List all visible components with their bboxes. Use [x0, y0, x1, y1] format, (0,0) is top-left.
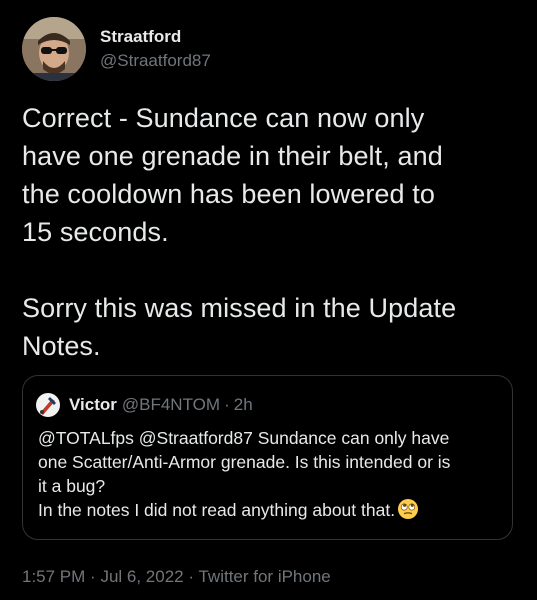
meta-separator: · [90, 567, 96, 586]
author-display-name[interactable]: Straatford [100, 26, 211, 48]
tweet-date[interactable]: Jul 6, 2022 [100, 567, 183, 586]
author-row: Straatford @Straatford87 [22, 17, 211, 81]
quoted-author-avatar [36, 393, 60, 417]
tweet-source[interactable]: Twitter for iPhone [198, 567, 330, 586]
quoted-tweet-header: Victor @BF4NTOM · 2h [36, 393, 253, 417]
author-avatar[interactable] [22, 17, 86, 81]
tweet-metadata: 1:57 PM · Jul 6, 2022 · Twitter for iPho… [22, 566, 331, 588]
quoted-author-avatar-image [36, 393, 60, 417]
author-names: Straatford @Straatford87 [100, 26, 211, 72]
tweet-text: Correct - Sundance can now only have one… [22, 103, 457, 361]
quoted-author-display-name: Victor [69, 395, 117, 414]
quoted-tweet-time: 2h [233, 395, 253, 414]
face-with-rolling-eyes-icon [397, 498, 419, 520]
quoted-tweet-body: @TOTALfps @Straatford87 Sundance can onl… [38, 428, 451, 520]
author-handle[interactable]: @Straatford87 [100, 50, 211, 72]
meta-separator: · [188, 567, 195, 586]
quoted-tweet-text: @TOTALfps @Straatford87 Sundance can onl… [38, 426, 508, 522]
quoted-header-separator: · [224, 395, 230, 414]
author-avatar-image [22, 17, 86, 81]
quoted-tweet-card[interactable]: Victor @BF4NTOM · 2h @TOTALfps @Straatfo… [22, 375, 513, 540]
tweet-time[interactable]: 1:57 PM [22, 567, 85, 586]
tweet: Straatford @Straatford87 Correct - Sunda… [0, 0, 537, 600]
quoted-author-handle: @BF4NTOM [121, 395, 221, 414]
